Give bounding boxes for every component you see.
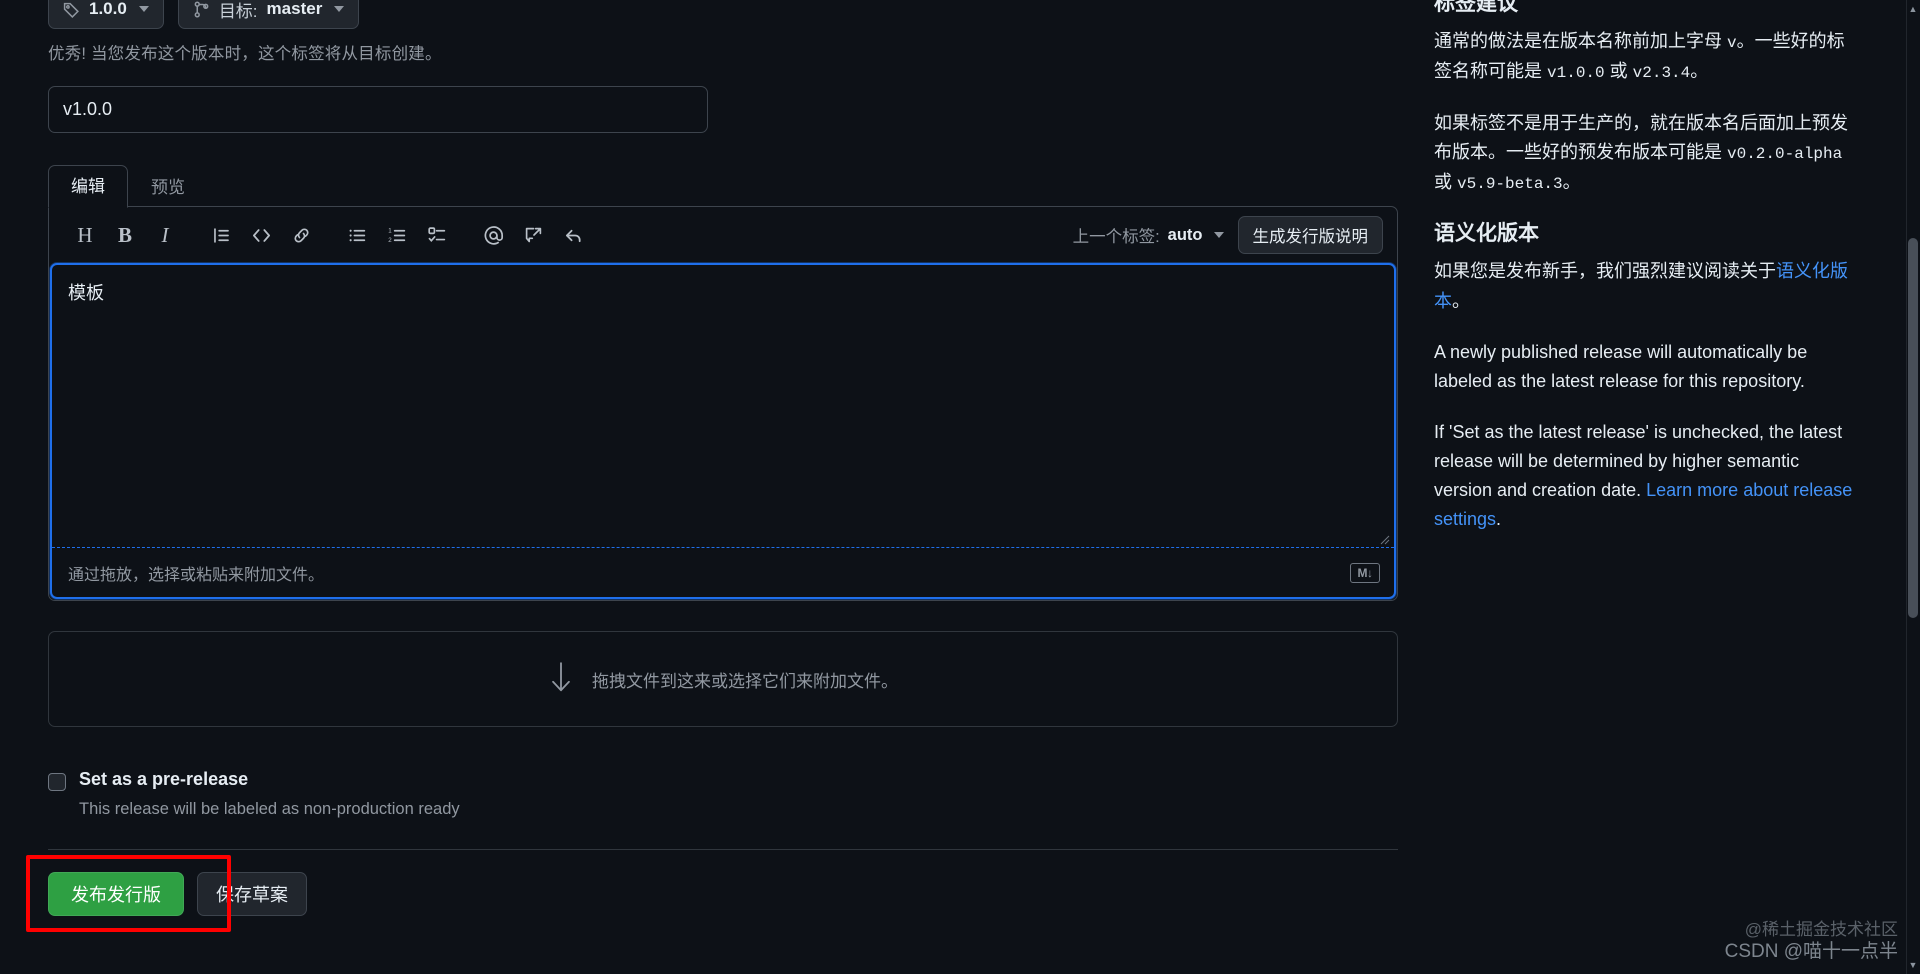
scroll-down-arrow-icon[interactable]: ▼ (1907, 958, 1919, 972)
tab-edit[interactable]: 编辑 (48, 165, 128, 208)
ts-p1-d: 。 (1690, 61, 1709, 82)
ts-p1-c: 或 (1604, 61, 1633, 82)
chevron-down-icon (1213, 232, 1224, 238)
mention-icon[interactable] (475, 217, 511, 253)
ts-p1-code-v: v (1727, 34, 1737, 53)
previous-tag-value: auto (1167, 225, 1203, 244)
toolbar-group-refs (475, 217, 591, 253)
task-list-icon[interactable] (419, 217, 455, 253)
tag-suggestion-paragraph-2: 如果标签不是用于生产的，就在版本名后面加上预发布版本。一些好的预发布版本可能是 … (1434, 109, 1854, 198)
sv-p1-a: 如果您是发布新手，我们强烈建议阅读关于 (1434, 261, 1776, 282)
tag-name-input[interactable] (48, 86, 708, 133)
prerelease-checkbox[interactable] (48, 773, 66, 791)
page-scrollbar-thumb[interactable] (1908, 238, 1918, 618)
quote-icon[interactable] (203, 217, 239, 253)
tag-pill-label: 1.0.0 (89, 0, 127, 18)
tag-creation-hint: 优秀! 当您发布这个版本时，这个标签将从目标创建。 (48, 45, 442, 63)
choose-tag-button[interactable]: 1.0.0 (48, 0, 164, 29)
markdown-toolbar: H B I 1 2 上一个标签: auto 生成发行版说明 (49, 207, 1397, 263)
heading-icon[interactable]: H (67, 217, 103, 253)
tag-icon (63, 1, 80, 18)
unordered-list-icon[interactable] (339, 217, 375, 253)
link-icon[interactable] (283, 217, 319, 253)
tab-preview[interactable]: 预览 (128, 166, 208, 208)
semver-heading: 语义化版本 (1434, 222, 1539, 246)
choose-target-button[interactable]: 目标: master (177, 0, 360, 29)
code-icon[interactable] (243, 217, 279, 253)
tag-suggestion-paragraph-1: 通常的做法是在版本名称前加上字母 v。一些好的标签名称可能是 v1.0.0 或 … (1434, 27, 1854, 87)
svg-text:1: 1 (388, 227, 392, 234)
semver-paragraph-3: If 'Set as the latest release' is unchec… (1434, 418, 1854, 535)
italic-glyph: I (161, 222, 169, 247)
section-divider (48, 848, 1398, 850)
target-prefix-label: 目标: (218, 1, 258, 21)
italic-icon[interactable]: I (147, 217, 183, 253)
generate-release-notes-button[interactable]: 生成发行版说明 (1237, 216, 1383, 254)
target-branch-label: master (266, 0, 323, 18)
prerelease-subtitle: This release will be labeled as non-prod… (79, 799, 460, 818)
publish-release-button[interactable]: 发布发行版 (48, 871, 184, 916)
markdown-icon[interactable]: M↓ (1350, 562, 1380, 583)
ts-p1-a: 通常的做法是在版本名称前加上字母 (1434, 31, 1727, 52)
prerelease-title: Set as a pre-release (79, 769, 249, 789)
reply-icon[interactable] (555, 217, 591, 253)
release-editor-page: 1.0.0 目标: master 优秀! 当您发布这个版本时，这个标签将从目标创… (0, 0, 1920, 974)
watermark-line-1: @稀土掘金技术社区 (1744, 919, 1898, 939)
main-column: 1.0.0 目标: master 优秀! 当您发布这个版本时，这个标签将从目标创… (26, 0, 1398, 974)
editor-tabs: 编辑 预览 (48, 159, 1398, 208)
ordered-list-icon[interactable]: 1 2 (379, 217, 415, 253)
action-buttons-row: 发布发行版 保存草案 (26, 854, 1398, 932)
release-body-box: 通过拖放，选择或粘贴来附加文件。 M↓ (50, 263, 1396, 599)
file-dropzone[interactable]: 拖拽文件到这来或选择它们来附加文件。 (48, 631, 1398, 727)
sv-p1-b: 。 (1452, 290, 1470, 311)
prerelease-section: Set as a pre-release This release will b… (48, 769, 1398, 819)
page-scrollbar[interactable]: ▲ ▼ (1906, 0, 1920, 974)
ts-p1-code-v100: v1.0.0 (1547, 64, 1605, 83)
toolbar-group-text: H B I (67, 217, 183, 253)
scroll-up-arrow-icon[interactable]: ▲ (1907, 2, 1919, 16)
cross-reference-icon[interactable] (515, 217, 551, 253)
previous-tag-label: 上一个标签: (1072, 228, 1160, 246)
bold-glyph: B (117, 222, 132, 247)
watermark-line-2: CSDN @喵十一点半 (1724, 941, 1898, 963)
toolbar-group-lists: 1 2 (339, 217, 455, 253)
semver-paragraph-1: 如果您是发布新手，我们强烈建议阅读关于语义化版本。 (1434, 257, 1854, 315)
toolbar-group-blocks (203, 217, 319, 253)
watermark: @稀土掘金技术社区 CSDN @喵十一点半 (1725, 920, 1898, 964)
attach-files-footer: 通过拖放，选择或粘贴来附加文件。 M↓ (52, 547, 1394, 597)
ts-p2-code-alpha: v0.2.0-alpha (1727, 145, 1843, 164)
svg-text:2: 2 (388, 236, 392, 243)
heading-glyph: H (77, 222, 93, 247)
ts-p2-b: 或 (1434, 172, 1458, 193)
tag-suggestion-heading: 标签建议 (1434, 0, 1518, 15)
arrow-down-icon (548, 660, 574, 699)
semver-paragraph-2: A newly published release will automatic… (1434, 341, 1808, 391)
ts-p2-code-beta: v5.9-beta.3 (1457, 175, 1563, 194)
prerelease-text: Set as a pre-release This release will b… (79, 769, 460, 819)
help-sidebar: 标签建议 通常的做法是在版本名称前加上字母 v。一些好的标签名称可能是 v1.0… (1434, 0, 1854, 557)
ts-p2-c: 。 (1562, 172, 1581, 193)
markdown-editor: H B I 1 2 上一个标签: auto 生成发行版说明 模板 通过拖放，选择… (48, 206, 1398, 601)
chevron-down-icon (334, 6, 345, 12)
semver-section: 语义化版本 如果您是发布新手，我们强烈建议阅读关于语义化版本。 A newly … (1434, 220, 1854, 535)
ts-p1-code-v234: v2.3.4 (1632, 64, 1691, 83)
chevron-down-icon (138, 6, 149, 12)
save-draft-button[interactable]: 保存草案 (197, 871, 307, 916)
previous-tag-selector[interactable]: 上一个标签: auto (1073, 223, 1224, 247)
release-body-textarea[interactable] (52, 265, 1394, 547)
sv-p3-b: . (1496, 509, 1502, 530)
tag-suggestion-section: 标签建议 通常的做法是在版本名称前加上字母 v。一些好的标签名称可能是 v1.0… (1434, 0, 1854, 198)
dropzone-label: 拖拽文件到这来或选择它们来附加文件。 (592, 671, 898, 691)
tag-target-row: 1.0.0 目标: master (48, 0, 1398, 29)
attach-files-hint: 通过拖放，选择或粘贴来附加文件。 (68, 566, 325, 584)
bold-icon[interactable]: B (107, 217, 143, 253)
branch-icon (193, 1, 210, 18)
